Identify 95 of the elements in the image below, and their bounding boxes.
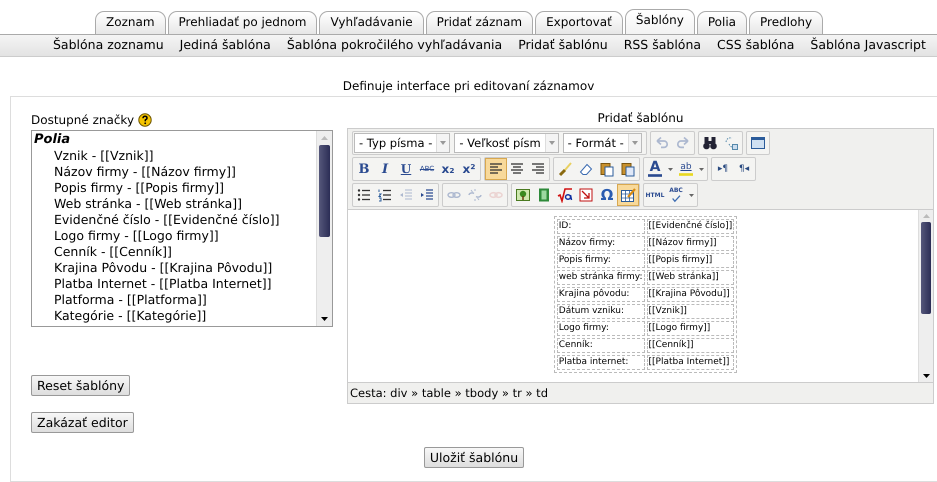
bullet-list-icon [356, 187, 372, 203]
clipboard-icon [599, 161, 615, 177]
table-button[interactable] [618, 185, 638, 205]
scrollbar[interactable] [316, 131, 332, 326]
toolbar-dropdown[interactable]: - Formát - [562, 133, 642, 153]
bold-button[interactable]: B [354, 159, 374, 179]
table-cell: [[Web stránka]] [646, 270, 734, 285]
sub-button[interactable]: x₂ [438, 159, 458, 179]
table-cell: Logo firmy: [556, 321, 644, 336]
list-option[interactable]: Evidenčné číslo - [[Evidenčné číslo]] [34, 212, 314, 228]
table-cell: [[Vznik]] [646, 304, 734, 319]
clipboard-icon [620, 161, 636, 177]
tab[interactable]: Zoznam [95, 11, 166, 34]
tab[interactable]: Šablóny [624, 9, 695, 34]
ltr-button[interactable]: ▸¶ [713, 159, 733, 179]
redo-icon [674, 135, 691, 151]
scroll-down-icon[interactable] [922, 374, 930, 378]
list-option[interactable]: Popis firmy - [[Popis firmy]] [34, 180, 314, 196]
table-cell: [[Platba Internet]] [646, 355, 734, 370]
table-cell: [[Evidenčné číslo]] [646, 219, 734, 234]
editor-title: Pridať šablónu [598, 111, 684, 125]
list-option[interactable]: Platba Internet - [[Platba Internet]] [34, 276, 314, 292]
list-option[interactable]: Krajina Pôvodu - [[Krajina Pôvodu]] [34, 260, 314, 276]
list-option[interactable]: Vznik - [[Vznik]] [34, 148, 314, 164]
scroll-down-icon[interactable] [321, 317, 328, 321]
square-root-icon [557, 187, 573, 203]
subnav-link[interactable]: Pridať šablónu [518, 37, 608, 56]
sup-button[interactable]: x² [459, 159, 479, 179]
subnav-link[interactable]: Šablóna zoznamu [53, 37, 164, 56]
list-option[interactable]: Web stránka - [[Web stránka]] [34, 196, 314, 212]
tab[interactable]: Predlohy [749, 11, 824, 34]
align-left-button[interactable] [486, 159, 506, 179]
field-label: Dostupné značky [31, 113, 134, 127]
page-caption: Definuje interface pri editovaní záznamov [342, 79, 594, 93]
caret-icon[interactable] [548, 141, 555, 145]
tag-listbox[interactable] [31, 130, 333, 327]
caret-icon[interactable] [632, 141, 638, 145]
table-cell: [[Krajina Pôvodu]] [646, 287, 734, 302]
replace-icon [722, 135, 739, 151]
subnav-link[interactable]: RSS šablóna [624, 37, 702, 56]
element-path: Cesta: div » table » tbody » tr » td [350, 386, 548, 400]
italic-button[interactable]: I [375, 159, 395, 179]
save-button[interactable]: Uložiť šablónu [424, 447, 524, 468]
table-cell: [[Logo firmy]] [646, 321, 734, 336]
math-button[interactable] [555, 185, 575, 205]
tab[interactable]: Pridať záznam [426, 11, 534, 34]
rtl-button[interactable]: ¶◂ [734, 159, 754, 179]
table-cell: [[Názov firmy]] [646, 236, 734, 251]
table-edit-icon [620, 187, 636, 203]
list-option[interactable]: Názov firmy - [[Názov firmy]] [34, 164, 314, 180]
list-option[interactable]: Logo firmy - [[Logo firmy]] [34, 228, 314, 244]
film-icon [536, 187, 552, 203]
list-option[interactable]: Kategórie - [[Kategórie]] [34, 308, 314, 324]
numbered-list-icon [377, 187, 393, 203]
subnav-link[interactable]: Jediná šablóna [180, 37, 271, 56]
color-bar-icon [648, 174, 662, 177]
table-cell: Názov firmy: [556, 236, 644, 251]
highlight-button[interactable]: ab [676, 159, 696, 179]
subnav-link[interactable]: Šablóna pokročilého vyhľadávania [286, 37, 502, 56]
binoculars-icon [702, 135, 718, 151]
subnav-link[interactable]: Šablóna Javascript [810, 37, 926, 56]
list-group-label: Polia [34, 132, 72, 148]
toolbar-dropdown[interactable]: - Typ písma - [354, 133, 450, 153]
table-cell: web stránka firmy: [556, 270, 644, 285]
tab[interactable]: Vyhľadávanie [319, 11, 424, 34]
table-cell: Krajina pôvodu: [556, 287, 644, 302]
color-bar-icon [679, 173, 693, 176]
table-cell: Platba internet: [556, 355, 644, 370]
tab[interactable]: Prehliadať po jednom [168, 11, 318, 34]
caret-icon[interactable] [440, 141, 446, 145]
charmap-button[interactable]: Ω [597, 185, 617, 205]
subnav-link[interactable]: CSS šablóna [717, 37, 794, 56]
toolbar-dropdown[interactable]: - Veľkosť písm [454, 133, 559, 153]
underline-button[interactable]: U [396, 159, 416, 179]
scrollbar[interactable] [918, 210, 933, 382]
broken-chain-icon [467, 187, 483, 203]
window-icon [750, 135, 766, 151]
eraser-icon [578, 161, 594, 177]
table-cell: Popis firmy: [556, 253, 644, 268]
landscape-icon [515, 187, 531, 203]
forecolor-button[interactable]: A [645, 159, 665, 179]
brush-icon [557, 161, 573, 177]
list-option[interactable]: Cenník - [[Cenník]] [34, 244, 314, 260]
table-cell: [[Cenník]] [646, 338, 734, 353]
undo-icon [654, 135, 670, 151]
table-cell: ID: [556, 219, 644, 234]
help-icon[interactable] [138, 113, 152, 127]
tab[interactable]: Polia [696, 11, 748, 34]
list-option[interactable]: Platforma - [[Platforma]] [34, 292, 314, 308]
tab[interactable]: Exportovať [535, 11, 623, 34]
table-cell: Dátum vzniku: [556, 304, 644, 319]
disable-editor-button[interactable]: Zakázať editor [31, 412, 134, 433]
table-cell: Cenník: [556, 338, 644, 353]
reset-button[interactable]: Reset šablóny [31, 375, 130, 396]
table-cell: [[Popis firmy]] [646, 253, 734, 268]
